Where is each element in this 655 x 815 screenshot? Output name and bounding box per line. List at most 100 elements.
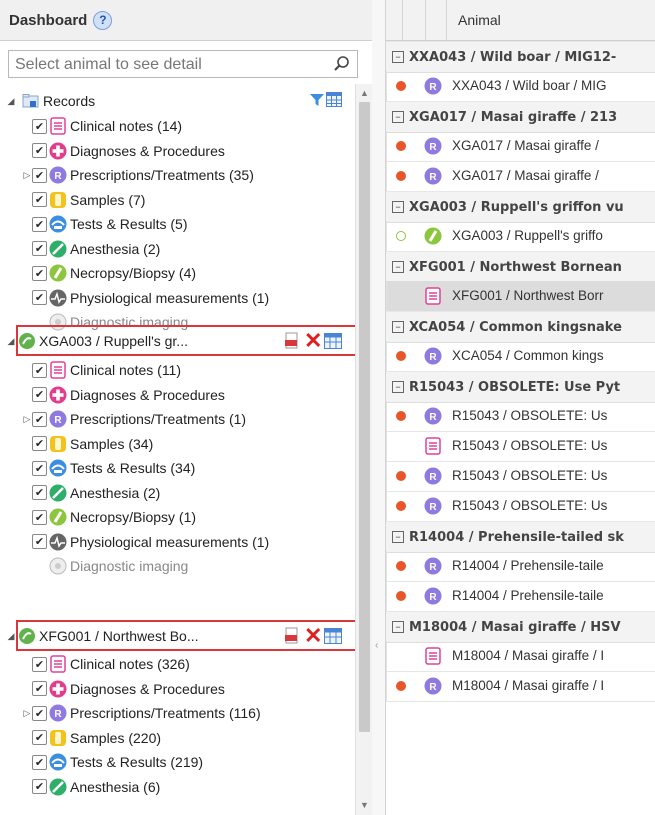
category-checkbox[interactable]: ✔	[32, 167, 47, 183]
tree-category-item[interactable]: ✔ Diagnoses & Procedures	[22, 678, 225, 700]
tree-category-item[interactable]: ✔ Tests & Results (5)	[22, 213, 187, 235]
tree-category-item[interactable]: ▷ ✔ R Prescriptions/Treatments (1)	[22, 408, 246, 430]
table-row[interactable]: R R15043 / OBSOLETE: Us	[386, 491, 655, 522]
calendar-grid-icon[interactable]	[324, 333, 342, 352]
tree-category-item[interactable]: ✔ Samples (34)	[22, 433, 153, 455]
table-row[interactable]: R R15043 / OBSOLETE: Us	[386, 401, 655, 432]
tree-category-item[interactable]: ✔ Clinical notes (14)	[22, 115, 182, 137]
group-header-row[interactable]: − M18004 / Masai giraffe / HSV	[386, 611, 655, 643]
group-collapse-icon[interactable]: −	[392, 201, 404, 213]
tree-category-item[interactable]: ✔ Tests & Results (34)	[22, 457, 195, 479]
tree-category-item[interactable]: ✔ Tests & Results (219)	[22, 751, 203, 773]
category-checkbox[interactable]: ✔	[32, 705, 47, 721]
tree-category-item[interactable]: ✔ Physiological measurements (1)	[22, 531, 269, 553]
scroll-down-arrow-icon[interactable]: ▼	[360, 800, 369, 810]
group-header-row[interactable]: − XGA003 / Ruppell's griffon vu	[386, 191, 655, 223]
tree-category-item[interactable]: Diagnostic imaging	[22, 555, 188, 577]
group-header-row[interactable]: − XGA017 / Masai giraffe / 213	[386, 101, 655, 133]
category-checkbox[interactable]: ✔	[32, 730, 47, 745]
category-checkbox[interactable]: ✔	[32, 779, 47, 794]
category-checkbox[interactable]: ✔	[32, 290, 47, 305]
category-checkbox[interactable]: ✔	[32, 143, 47, 158]
tree-category-item[interactable]: ✔ Samples (220)	[22, 727, 161, 749]
group-collapse-icon[interactable]: −	[392, 261, 404, 273]
group-header-row[interactable]: − XFG001 / Northwest Bornean	[386, 251, 655, 283]
tree-category-item[interactable]: ✔ Necropsy/Biopsy (1)	[22, 506, 196, 528]
category-checkbox[interactable]: ✔	[32, 436, 47, 451]
category-checkbox[interactable]: ✔	[32, 754, 47, 770]
category-checkbox[interactable]: ✔	[32, 681, 47, 696]
calendar-grid-icon[interactable]	[324, 628, 342, 647]
table-row[interactable]: R R15043 / OBSOLETE: Us	[386, 461, 655, 492]
collapse-triangle-icon[interactable]: ◢	[6, 631, 16, 642]
category-checkbox[interactable]: ✔	[32, 460, 47, 476]
panel-splitter[interactable]: ‹	[372, 0, 386, 815]
table-row[interactable]: R R14004 / Prehensile-taile	[386, 551, 655, 582]
category-checkbox[interactable]: ✔	[32, 192, 47, 207]
expand-triangle-icon[interactable]: ▷	[22, 170, 32, 181]
table-row[interactable]: R R14004 / Prehensile-taile	[386, 581, 655, 612]
tree-category-item[interactable]: ✔ Anesthesia (2)	[22, 482, 160, 504]
column-header-animal[interactable]: Animal	[458, 12, 501, 28]
group-header-row[interactable]: − R14004 / Prehensile-tailed sk	[386, 521, 655, 553]
print-pdf-icon[interactable]	[283, 627, 301, 648]
scroll-thumb[interactable]	[359, 102, 370, 732]
tree-category-item[interactable]: ✔ Necropsy/Biopsy (4)	[22, 262, 196, 284]
group-header-row[interactable]: − R15043 / OBSOLETE: Use Pyt	[386, 371, 655, 403]
collapse-left-icon[interactable]: ‹	[375, 640, 378, 651]
scroll-up-arrow-icon[interactable]: ▲	[360, 88, 369, 98]
delete-x-icon[interactable]: ✕	[304, 328, 322, 354]
category-checkbox[interactable]: ✔	[32, 485, 47, 500]
category-checkbox[interactable]: ✔	[32, 362, 47, 378]
table-row[interactable]: R XGA017 / Masai giraffe /	[386, 161, 655, 192]
category-checkbox[interactable]: ✔	[32, 411, 47, 427]
table-row[interactable]: XFG001 / Northwest Borr	[386, 281, 655, 312]
table-row[interactable]: R M18004 / Masai giraffe / I	[386, 671, 655, 702]
table-row[interactable]: XGA003 / Ruppell's griffo	[386, 221, 655, 252]
expand-triangle-icon[interactable]: ▷	[22, 414, 32, 425]
collapse-triangle-icon[interactable]: ◢	[6, 336, 16, 347]
category-checkbox[interactable]: ✔	[32, 534, 47, 549]
group-collapse-icon[interactable]: −	[392, 621, 404, 633]
tree-category-item[interactable]: ▷ ✔ R Prescriptions/Treatments (116)	[22, 702, 261, 724]
table-row[interactable]: R XGA017 / Masai giraffe /	[386, 131, 655, 162]
tree-root-records[interactable]: ◢ Records	[6, 90, 96, 112]
search-icon[interactable]	[333, 55, 351, 73]
category-checkbox[interactable]: ✔	[32, 387, 47, 402]
group-collapse-icon[interactable]: −	[392, 381, 404, 393]
animal-search-box[interactable]	[8, 50, 358, 78]
tree-category-item[interactable]: ✔ Anesthesia (2)	[22, 238, 160, 260]
header-cell-status[interactable]	[403, 0, 426, 40]
tree-category-item[interactable]: ✔ Clinical notes (326)	[22, 653, 190, 675]
calendar-grid-icon[interactable]	[326, 92, 342, 107]
category-checkbox[interactable]: ✔	[32, 118, 47, 134]
tree-category-item[interactable]: ▷ ✔ R Prescriptions/Treatments (35)	[22, 164, 254, 186]
print-pdf-icon[interactable]	[283, 332, 301, 353]
group-header-row[interactable]: − XCA054 / Common kingsnake	[386, 311, 655, 343]
table-row[interactable]: R XXA043 / Wild boar / MIG	[386, 71, 655, 102]
animal-row-xga003[interactable]: ◢ XGA003 / Ruppell's gr... ✕	[8, 325, 362, 356]
group-collapse-icon[interactable]: −	[392, 111, 404, 123]
expand-triangle-icon[interactable]: ▷	[22, 708, 32, 719]
help-icon[interactable]: ?	[93, 10, 113, 30]
tree-category-item[interactable]: ✔ Samples (7)	[22, 189, 145, 211]
group-collapse-icon[interactable]: −	[392, 321, 404, 333]
animal-search-input[interactable]	[13, 52, 327, 78]
category-checkbox[interactable]: ✔	[32, 265, 47, 281]
animal-row-xfg001[interactable]: ◢ XFG001 / Northwest Bo... ✕	[8, 620, 362, 651]
table-row[interactable]: M18004 / Masai giraffe / I	[386, 641, 655, 672]
tree-category-item[interactable]: ✔ Diagnoses & Procedures	[22, 140, 225, 162]
filter-icon[interactable]	[310, 93, 324, 107]
table-row[interactable]: R15043 / OBSOLETE: Us	[386, 431, 655, 462]
group-collapse-icon[interactable]: −	[392, 531, 404, 543]
category-checkbox[interactable]: ✔	[32, 241, 47, 256]
category-checkbox[interactable]: ✔	[32, 216, 47, 232]
delete-x-icon[interactable]: ✕	[304, 623, 322, 649]
tree-category-item[interactable]: ✔ Physiological measurements (1)	[22, 287, 269, 309]
header-cell-expand[interactable]	[386, 0, 403, 40]
category-checkbox[interactable]: ✔	[32, 509, 47, 525]
left-scrollbar[interactable]: ▲ ▼	[355, 84, 372, 815]
collapse-triangle-icon[interactable]: ◢	[6, 96, 16, 107]
tree-category-item[interactable]: ✔ Diagnoses & Procedures	[22, 384, 225, 406]
group-header-row[interactable]: − XXA043 / Wild boar / MIG12-	[386, 41, 655, 73]
